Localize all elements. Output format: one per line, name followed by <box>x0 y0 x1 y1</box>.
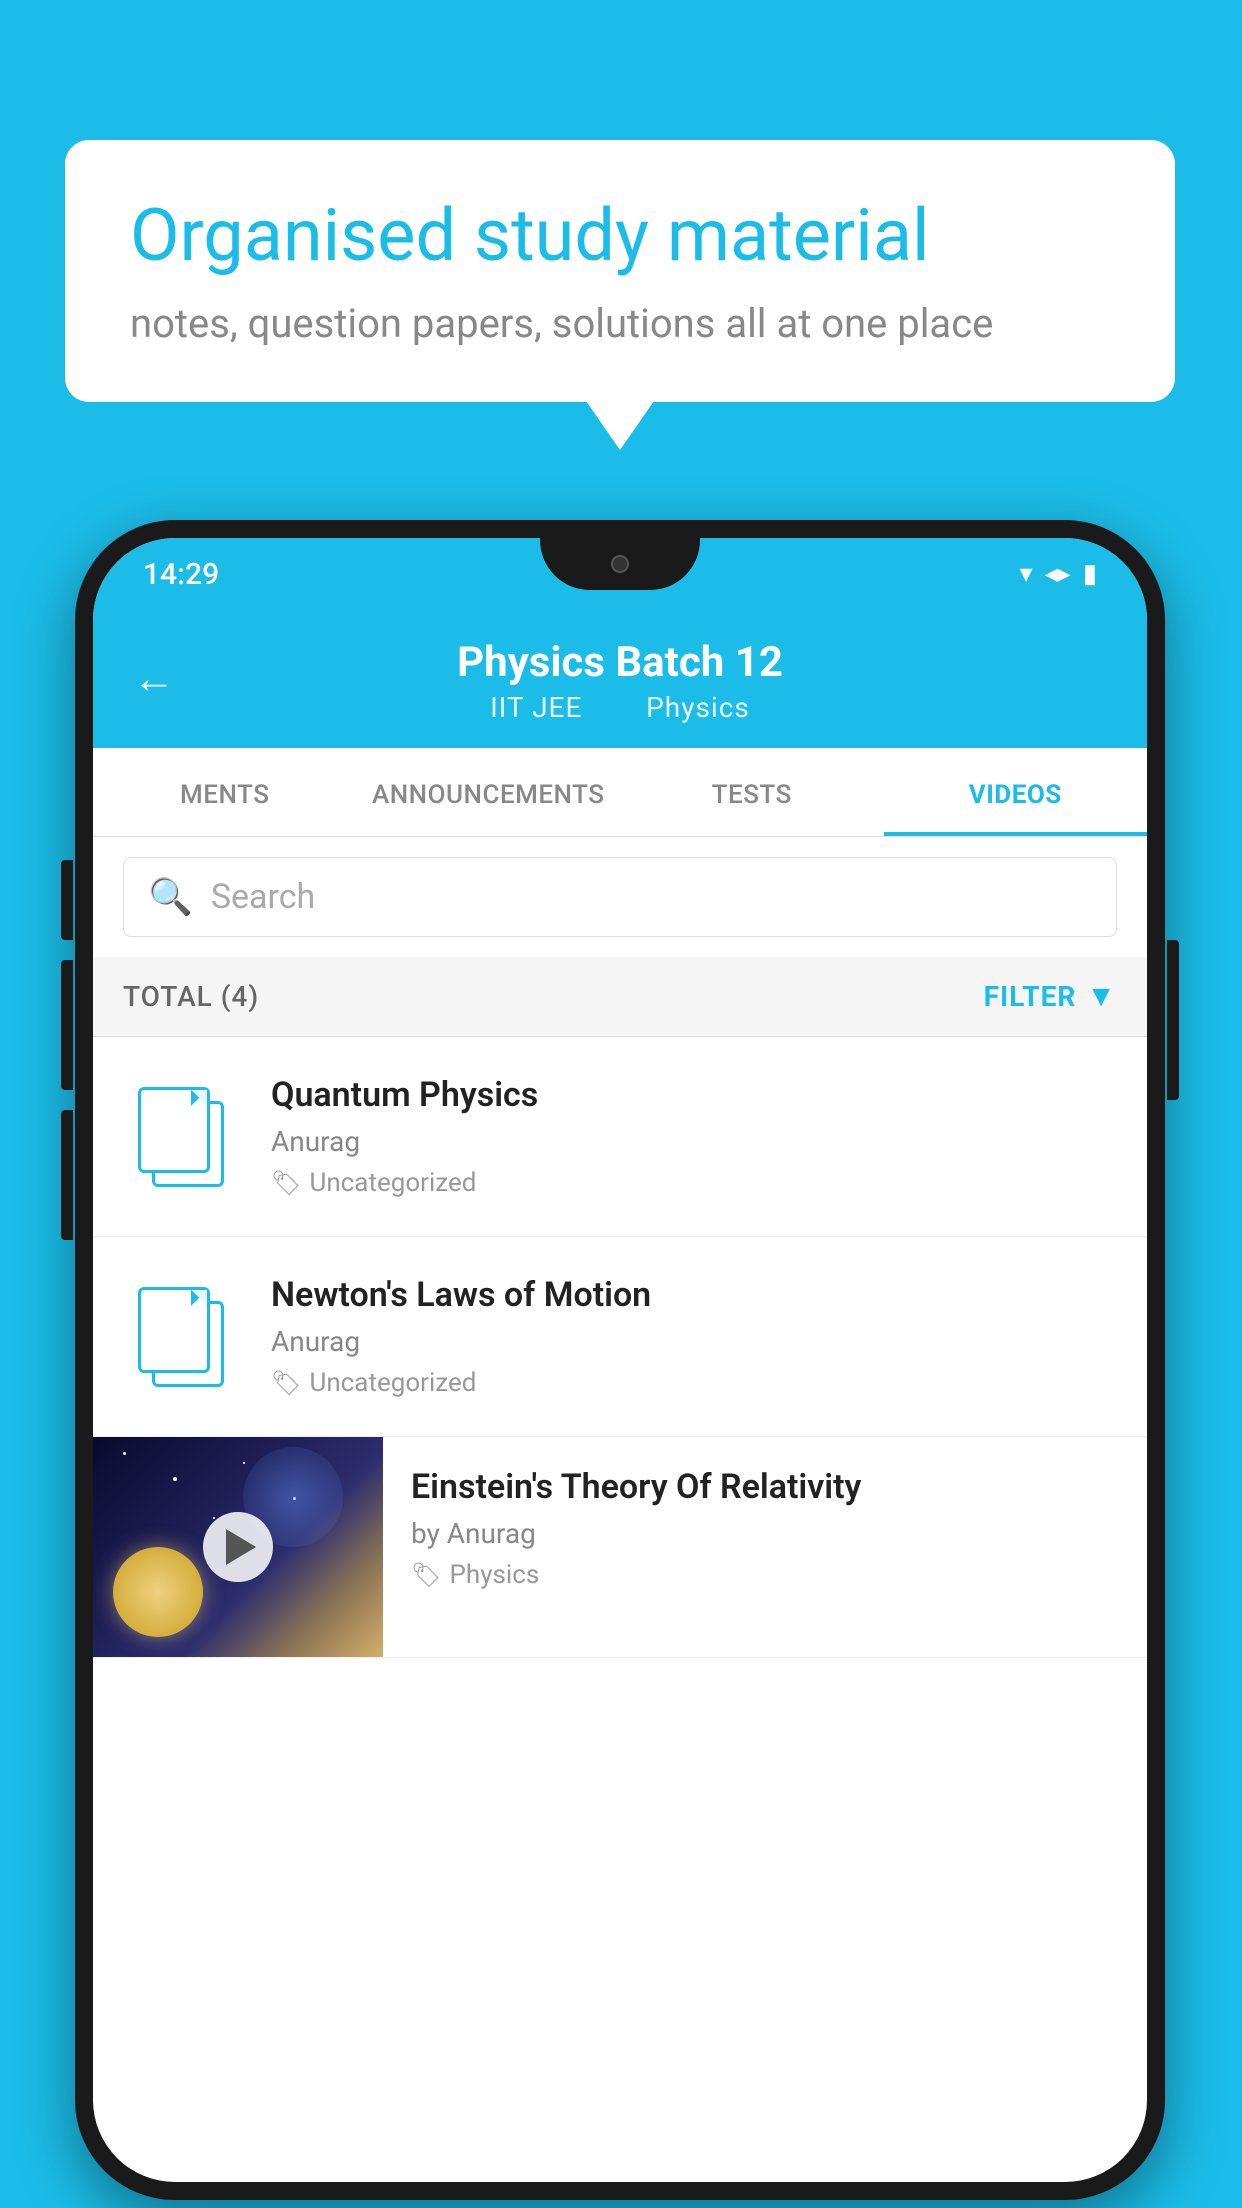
video-thumbnail <box>93 1437 383 1657</box>
subtitle-iit: IIT JEE <box>490 691 582 724</box>
search-placeholder: Search <box>211 877 315 917</box>
search-icon: 🔍 <box>148 876 193 918</box>
back-button[interactable]: ← <box>133 655 175 704</box>
notch <box>540 538 700 590</box>
video-author: Anurag <box>271 1325 1117 1358</box>
play-button[interactable] <box>203 1512 273 1582</box>
app-subtitle: IIT JEE Physics <box>133 691 1107 724</box>
doc-page-front <box>138 1287 210 1373</box>
phone-wrapper: 14:29 ▾ ◂▸ ▮ ← Physics Batch 12 IIT JEE <box>75 520 1165 2200</box>
tag-icon: 🏷 <box>271 1369 301 1397</box>
volume-up-button[interactable] <box>61 960 73 1090</box>
power-button[interactable] <box>1167 940 1179 1100</box>
app-title: Physics Batch 12 <box>133 638 1107 687</box>
total-count: TOTAL (4) <box>123 980 259 1013</box>
phone-outer: 14:29 ▾ ◂▸ ▮ ← Physics Batch 12 IIT JEE <box>75 520 1165 2200</box>
tab-ments[interactable]: MENTS <box>93 748 357 836</box>
video-author: Anurag <box>271 1125 1117 1158</box>
search-container: 🔍 Search <box>93 837 1147 957</box>
list-item[interactable]: Quantum Physics Anurag 🏷 Uncategorized <box>93 1037 1147 1237</box>
speech-bubble-subtext: notes, question papers, solutions all at… <box>130 300 1110 347</box>
tab-videos[interactable]: VIDEOS <box>884 748 1148 836</box>
video-tag: 🏷 Uncategorized <box>271 1168 1117 1198</box>
signal-icon: ◂▸ <box>1045 559 1071 589</box>
star-particle <box>243 1462 245 1464</box>
star-particle <box>123 1452 126 1455</box>
speech-bubble-heading: Organised study material <box>130 195 1110 278</box>
camera <box>611 555 629 573</box>
video-tag: 🏷 Uncategorized <box>271 1368 1117 1398</box>
speech-bubble: Organised study material notes, question… <box>65 140 1175 402</box>
star-particle <box>173 1477 177 1481</box>
video-thumb-2 <box>123 1277 243 1397</box>
filter-row: TOTAL (4) FILTER ▼ <box>93 957 1147 1037</box>
filter-button[interactable]: FILTER ▼ <box>984 979 1117 1014</box>
tag-icon: 🏷 <box>411 1561 441 1589</box>
video-title: Einstein's Theory Of Relativity <box>411 1467 1117 1507</box>
tab-announcements[interactable]: ANNOUNCEMENTS <box>357 748 621 836</box>
video-title: Newton's Laws of Motion <box>271 1275 1117 1315</box>
star-particle <box>213 1517 215 1519</box>
phone-screen: 14:29 ▾ ◂▸ ▮ ← Physics Batch 12 IIT JEE <box>93 538 1147 2182</box>
subtitle-physics: Physics <box>646 691 750 724</box>
status-icons: ▾ ◂▸ ▮ <box>1020 559 1097 589</box>
tag-icon: 🏷 <box>271 1169 301 1197</box>
battery-icon: ▮ <box>1083 559 1097 589</box>
wifi-icon: ▾ <box>1020 559 1033 589</box>
volume-down-button[interactable] <box>61 1110 73 1240</box>
list-item[interactable]: Einstein's Theory Of Relativity by Anura… <box>93 1437 1147 1658</box>
video-author: by Anurag <box>411 1517 1117 1550</box>
video-list: Quantum Physics Anurag 🏷 Uncategorized <box>93 1037 1147 1658</box>
doc-page-front <box>138 1087 210 1173</box>
status-time: 14:29 <box>143 557 219 592</box>
tab-bar: MENTS ANNOUNCEMENTS TESTS VIDEOS <box>93 748 1147 837</box>
search-bar[interactable]: 🔍 Search <box>123 857 1117 937</box>
play-triangle <box>226 1529 256 1565</box>
video-info-1: Quantum Physics Anurag 🏷 Uncategorized <box>271 1075 1117 1198</box>
video-info-2: Newton's Laws of Motion Anurag 🏷 Uncateg… <box>271 1275 1117 1398</box>
status-bar: 14:29 ▾ ◂▸ ▮ <box>93 538 1147 610</box>
video-title: Quantum Physics <box>271 1075 1117 1115</box>
filter-icon: ▼ <box>1086 979 1117 1014</box>
video-tag: 🏷 Physics <box>411 1560 1117 1590</box>
video-info-3: Einstein's Theory Of Relativity by Anura… <box>383 1437 1147 1614</box>
speech-bubble-container: Organised study material notes, question… <box>65 140 1175 402</box>
document-icon <box>138 1287 228 1387</box>
video-thumb-1 <box>123 1077 243 1197</box>
planet-graphic <box>113 1547 203 1637</box>
tab-tests[interactable]: TESTS <box>620 748 884 836</box>
document-icon <box>138 1087 228 1187</box>
app-header: ← Physics Batch 12 IIT JEE Physics <box>93 610 1147 748</box>
list-item[interactable]: Newton's Laws of Motion Anurag 🏷 Uncateg… <box>93 1237 1147 1437</box>
